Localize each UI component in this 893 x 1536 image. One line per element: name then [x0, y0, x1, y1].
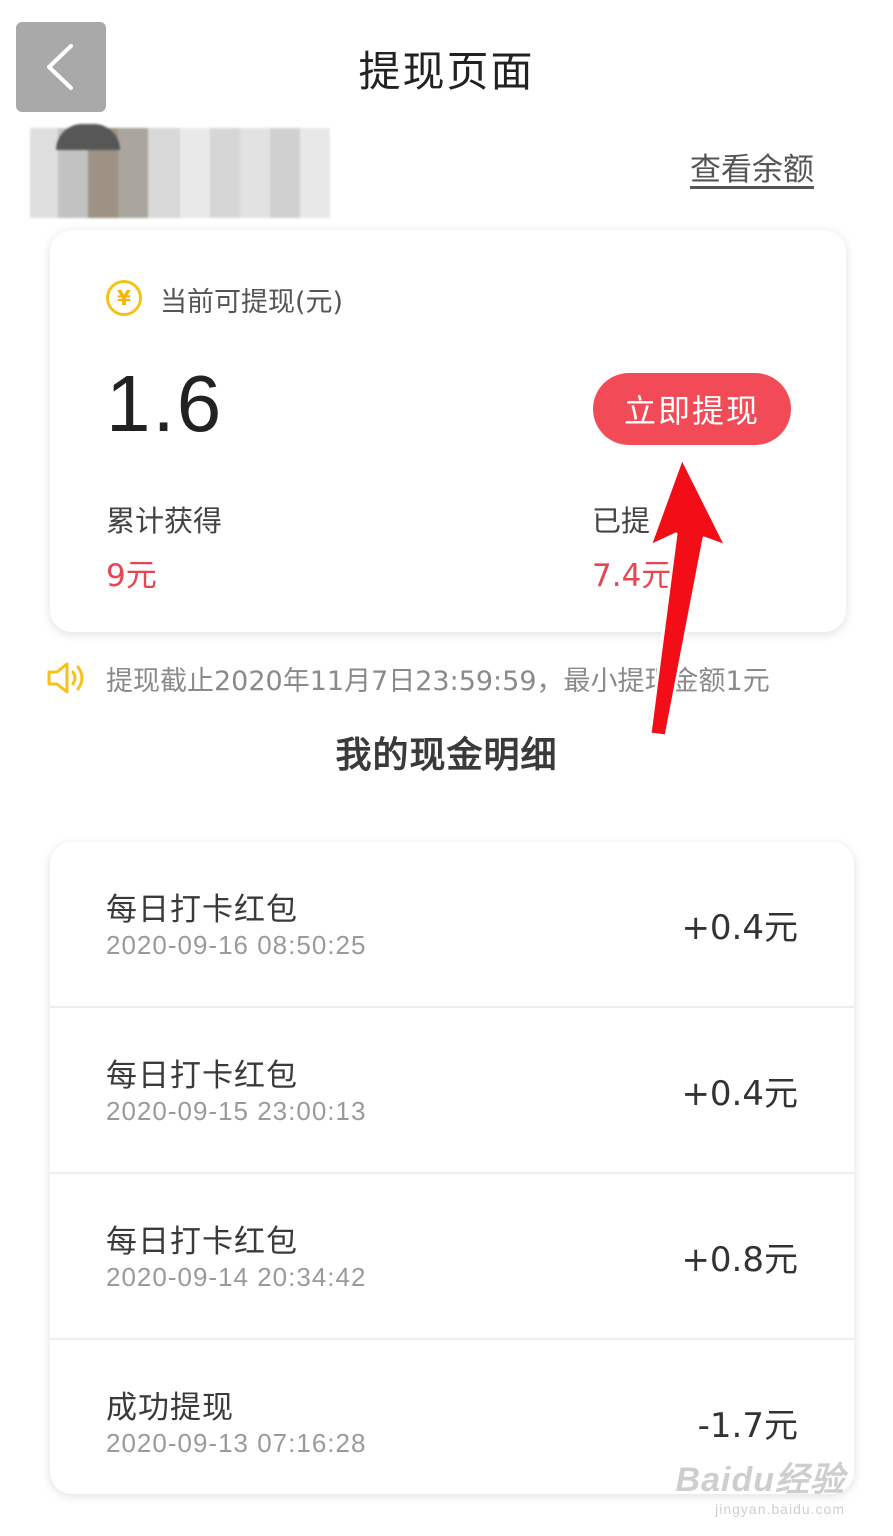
cash-detail-title: 我的现金明细 [335, 735, 558, 776]
withdrawn-stat: 已提 7.4元 [592, 498, 672, 595]
record-amount: -1.7元 [697, 1406, 798, 1446]
notice-bar: 提现截止2020年11月7日23:59:59，最小提现金额1元 [46, 658, 770, 698]
available-label: 当前可提现(元) [160, 287, 344, 318]
balance-card: ¥ 当前可提现(元) 1.6 立即提现 累计获得 9元 已提 7.4元 [50, 230, 846, 632]
withdraw-now-button[interactable]: 立即提现 [593, 373, 791, 445]
record-amount: +0.8元 [681, 1240, 798, 1280]
withdraw-page: 提现页面 查看余额 ¥ 当前可提现(元) 1.6 立即提现 累计获得 9元 已提… [0, 0, 893, 1536]
record-title: 每日打卡红包 [106, 1224, 298, 1260]
watermark-logo: Baidu经验 [675, 1461, 845, 1499]
total-earned-value: 9元 [106, 558, 157, 594]
list-item[interactable]: 每日打卡红包 2020-09-16 08:50:25 +0.4元 [50, 842, 854, 1008]
record-time: 2020-09-15 23:00:13 [106, 1096, 367, 1126]
record-title: 每日打卡红包 [106, 892, 298, 928]
speaker-icon [47, 662, 84, 694]
cash-records-list: 每日打卡红包 2020-09-16 08:50:25 +0.4元 每日打卡红包 … [50, 842, 854, 1494]
available-amount: 1.6 [106, 359, 224, 448]
list-item[interactable]: 每日打卡红包 2020-09-15 23:00:13 +0.4元 [50, 1008, 854, 1174]
total-earned-stat: 累计获得 9元 [106, 498, 222, 595]
user-row: 查看余额 [30, 124, 860, 220]
page-title: 提现页面 [358, 47, 535, 96]
record-title: 成功提现 [106, 1390, 234, 1426]
record-time: 2020-09-13 07:16:28 [106, 1428, 367, 1458]
withdrawn-label: 已提 [592, 504, 651, 538]
baidu-watermark: Baidu经验 jingyan.baidu.com [676, 1452, 845, 1517]
list-item[interactable]: 每日打卡红包 2020-09-14 20:34:42 +0.8元 [50, 1174, 854, 1340]
record-time: 2020-09-14 20:34:42 [106, 1262, 367, 1292]
record-amount: +0.4元 [681, 908, 798, 948]
watermark-url: jingyan.baidu.com [715, 1501, 845, 1517]
record-time: 2020-09-16 08:50:25 [106, 930, 367, 960]
withdrawn-value: 7.4元 [592, 558, 673, 594]
avatar [30, 124, 330, 218]
total-earned-label: 累计获得 [106, 504, 223, 538]
record-amount: +0.4元 [681, 1074, 798, 1114]
notice-text: 提现截止2020年11月7日23:59:59，最小提现金额1元 [106, 665, 770, 697]
view-balance-link[interactable]: 查看余额 [690, 144, 814, 189]
yuan-coin-icon: ¥ [106, 280, 142, 316]
record-title: 每日打卡红包 [106, 1058, 298, 1094]
